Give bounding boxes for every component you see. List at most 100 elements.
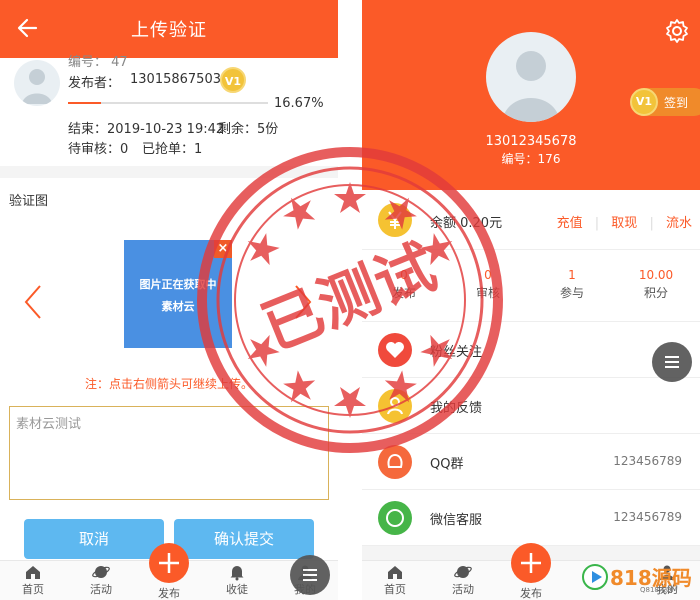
bell-icon xyxy=(230,566,244,581)
plus-icon xyxy=(159,553,179,573)
stat-review[interactable]: 0 审核 xyxy=(446,268,530,301)
publisher-label: 发布者： xyxy=(68,76,121,91)
level-badge: V1 xyxy=(220,67,246,93)
stat-review-label: 审核 xyxy=(475,286,500,300)
avatar xyxy=(14,60,60,106)
site-watermark: 818源码 Q818.COM xyxy=(580,560,696,596)
wechat-row[interactable]: 微信客服 123456789 xyxy=(362,490,700,546)
nav-home-label: 首页 xyxy=(22,583,44,596)
task-info-card: 编号： 47 发布者： 13015867503 V1 16.67% 结束：201… xyxy=(0,55,338,166)
watermark-sub: Q818.COM xyxy=(640,586,678,594)
remark-textarea[interactable]: 素材云测试 xyxy=(9,406,329,500)
user-id: 编号：176 xyxy=(501,152,561,166)
upload-verify-screen: 上传验证 编号： 47 发布者： 13015867503 V1 16.67% 结… xyxy=(0,0,338,600)
nav-collect-label: 收徒 xyxy=(226,583,248,596)
nav-publish-label[interactable]: 发布 xyxy=(144,585,194,600)
close-icon[interactable]: × xyxy=(214,240,232,258)
planet-icon xyxy=(92,566,110,578)
fans-row[interactable]: 粉丝关注 xyxy=(362,322,700,378)
stat-points[interactable]: 10.00 积分 xyxy=(614,268,698,301)
task-number: 编号： 47 xyxy=(68,51,128,70)
home-icon xyxy=(388,566,402,579)
home-icon xyxy=(26,566,40,579)
page-title: 上传验证 xyxy=(131,20,207,41)
stat-points-num: 10.00 xyxy=(638,268,674,282)
number-label: 编号： xyxy=(68,55,108,70)
play-logo-icon xyxy=(582,564,608,590)
wechat-value: 123456789 xyxy=(613,510,682,524)
balance-text: 余额 0.20元 xyxy=(430,216,503,231)
chevron-right-icon[interactable] xyxy=(292,284,314,320)
stat-joined[interactable]: 1 参与 xyxy=(530,268,614,301)
publish-fab[interactable] xyxy=(149,543,189,583)
flow-link[interactable]: 流水 xyxy=(666,216,692,231)
gear-icon[interactable] xyxy=(664,18,690,44)
stat-review-num: 0 xyxy=(484,268,492,282)
qq-value: 123456789 xyxy=(613,454,682,468)
profile-screen: V1 签到 13012345678 编号：176 余额 0.20元 充值 | 取… xyxy=(362,0,700,600)
nav-activity[interactable]: 活动 xyxy=(76,563,126,597)
screen-root: 上传验证 编号： 47 发布者： 13015867503 V1 16.67% 结… xyxy=(0,0,700,600)
pane-divider xyxy=(338,0,362,600)
balance-row: 余额 0.20元 充值 | 取现 | 流水 xyxy=(362,190,700,250)
ring-icon xyxy=(378,501,412,535)
yen-icon xyxy=(378,203,412,237)
nav-home[interactable]: 首页 xyxy=(8,563,58,597)
nav-home[interactable]: 首页 xyxy=(370,563,420,597)
nav-collect[interactable]: 收徒 xyxy=(212,563,262,597)
menu-fab[interactable] xyxy=(652,342,692,382)
upload-hint: 注：点击右侧箭头可继续上传。 xyxy=(84,377,253,391)
wechat-label: 微信客服 xyxy=(430,513,483,528)
plus-icon xyxy=(521,553,541,573)
fans-label: 粉丝关注 xyxy=(430,345,483,360)
nav-activity-label: 活动 xyxy=(452,583,474,596)
remaining: 剩余：5份 xyxy=(218,122,279,137)
stat-joined-label: 参与 xyxy=(559,286,584,300)
recharge-link[interactable]: 充值 xyxy=(557,216,583,231)
uploaded-image-placeholder[interactable]: × 图片正在获取中 素材云 xyxy=(124,240,232,348)
chat-icon xyxy=(378,445,412,479)
person-icon xyxy=(378,389,412,423)
qq-row[interactable]: QQ群 123456789 xyxy=(362,434,700,490)
publish-fab[interactable] xyxy=(511,543,551,583)
grabbed-count: 已抢单：1 xyxy=(142,142,203,157)
nav-activity-label: 活动 xyxy=(90,583,112,596)
nav-home-label: 首页 xyxy=(384,583,406,596)
withdraw-link[interactable]: 取现 xyxy=(611,216,637,231)
level-badge: V1 xyxy=(630,88,658,116)
chevron-left-icon[interactable] xyxy=(22,284,44,320)
bottom-nav: 首页 活动 发布 收徒 我的 xyxy=(0,543,338,600)
stats-row: 0 发布 0 审核 1 参与 10.00 积分 xyxy=(362,250,700,322)
stat-publish-num: 0 xyxy=(400,268,408,282)
image-loading-text: 图片正在获取中 xyxy=(139,278,217,291)
stat-points-label: 积分 xyxy=(643,286,668,300)
submit-button[interactable]: 确认提交 xyxy=(174,519,314,559)
signin-button[interactable]: V1 签到 xyxy=(630,88,700,116)
signin-label: 签到 xyxy=(664,96,689,110)
nav-publish-label[interactable]: 发布 xyxy=(506,585,556,600)
nav-activity[interactable]: 活动 xyxy=(438,563,488,597)
profile-header: V1 签到 13012345678 编号：176 xyxy=(362,0,700,190)
progress-bar xyxy=(68,102,268,104)
progress-fill xyxy=(68,102,102,104)
balance-actions: 充值 | 取现 | 流水 xyxy=(556,216,692,231)
menu-fab[interactable] xyxy=(290,555,330,595)
section-label: 验证图 xyxy=(9,194,49,209)
number-value: 47 xyxy=(111,55,128,70)
user-phone: 13012345678 xyxy=(485,134,577,149)
avatar[interactable] xyxy=(486,32,576,122)
feedback-row[interactable]: 我的反馈 xyxy=(362,378,700,434)
heart-icon xyxy=(378,333,412,367)
feedback-label: 我的反馈 xyxy=(430,401,483,416)
cancel-button[interactable]: 取消 xyxy=(24,519,164,559)
stat-publish-label: 发布 xyxy=(391,286,416,300)
progress-text: 16.67% xyxy=(274,96,324,111)
end-time: 结束：2019-10-23 19:42 xyxy=(68,122,225,137)
stat-publish[interactable]: 0 发布 xyxy=(362,268,446,301)
planet-icon xyxy=(454,566,472,578)
pending-review: 待审核：0 xyxy=(68,142,129,157)
publisher-value: 13015867503 xyxy=(130,72,221,87)
header-bar: 上传验证 xyxy=(0,0,338,58)
qq-label: QQ群 xyxy=(430,457,464,472)
stat-joined-num: 1 xyxy=(568,268,576,282)
